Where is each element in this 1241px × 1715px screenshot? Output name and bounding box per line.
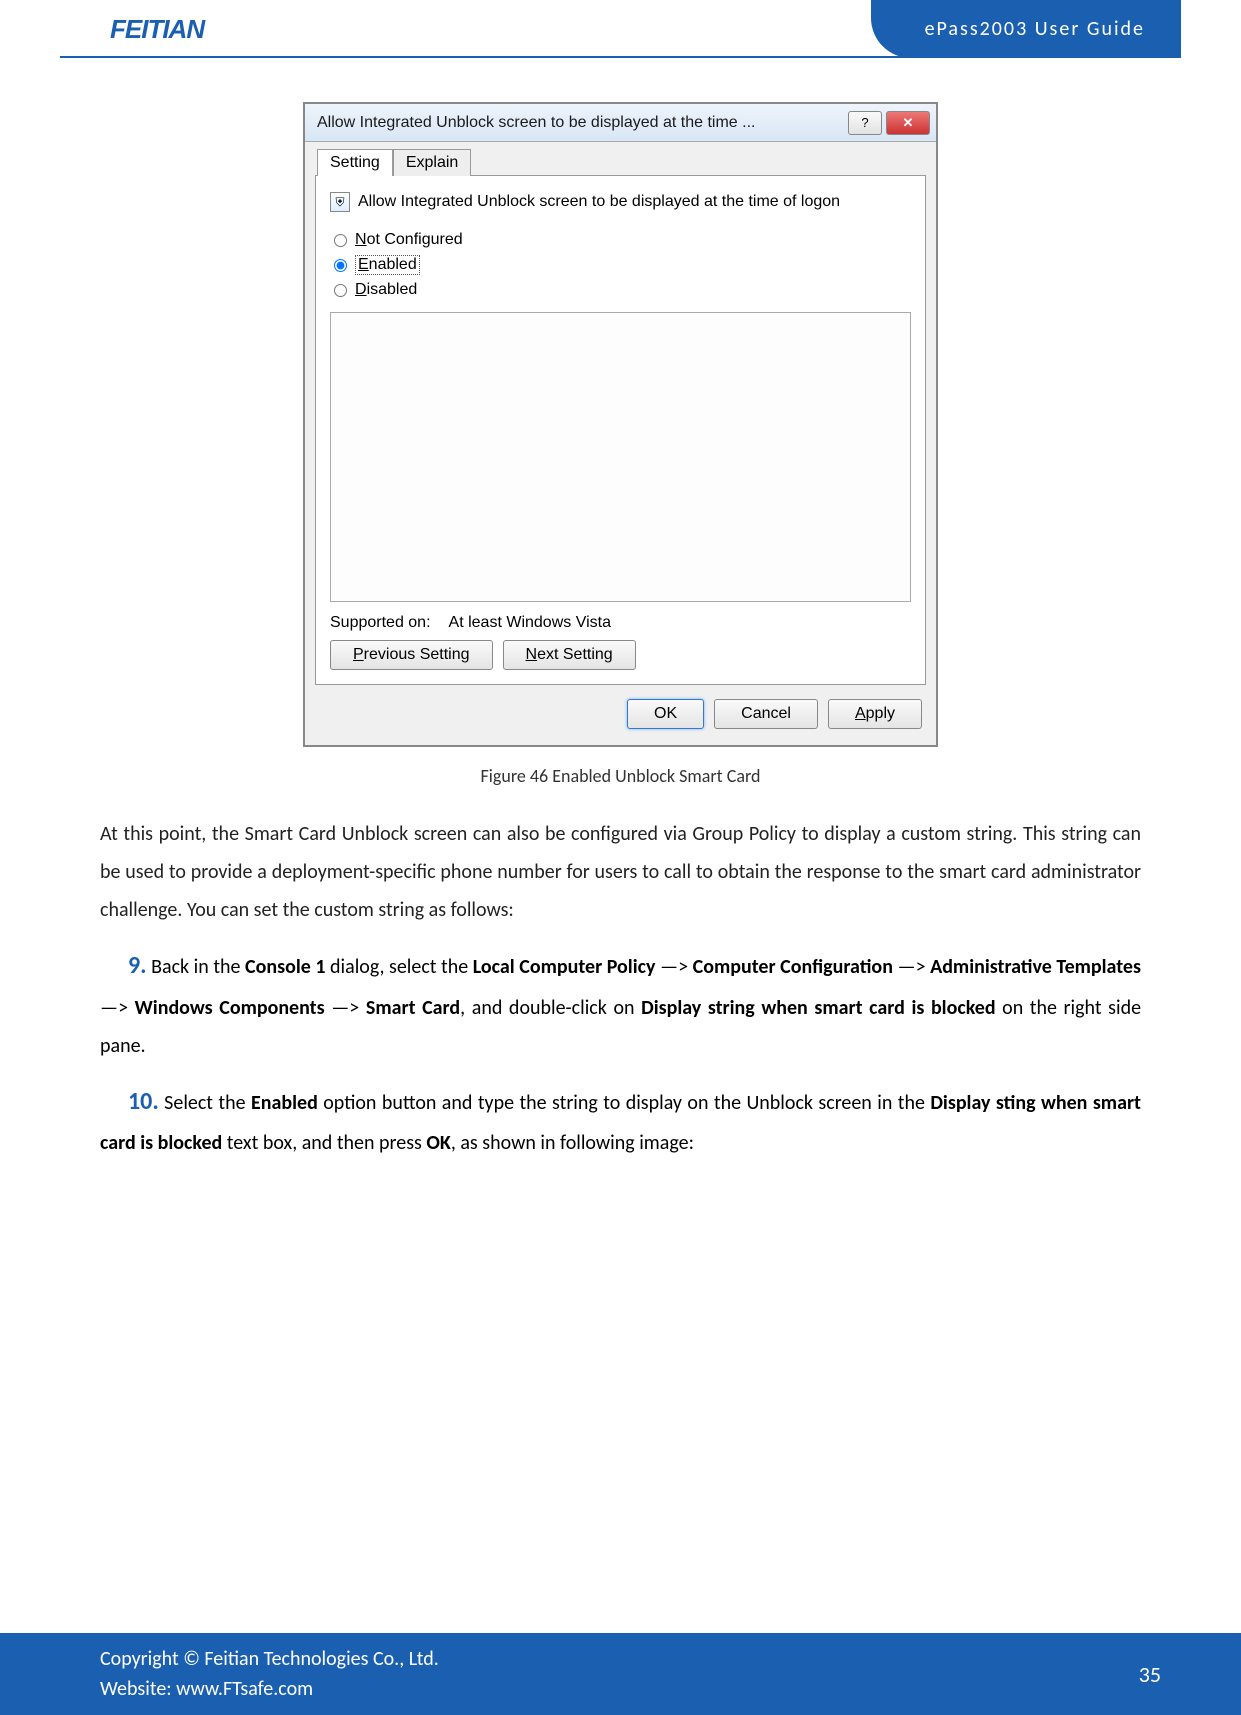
group-policy-dialog: Allow Integrated Unblock screen to be di… [303, 102, 938, 747]
setting-title-row: ⛨ Allow Integrated Unblock screen to be … [330, 192, 911, 212]
options-panel [330, 312, 911, 602]
dialog-titlebar: Allow Integrated Unblock screen to be di… [305, 104, 936, 142]
step-10-number: 10. [128, 1087, 159, 1116]
page-footer: Copyright © Feitian Technologies Co., Lt… [0, 1633, 1241, 1715]
close-icon[interactable]: ✕ [886, 111, 930, 135]
doc-title: ePass2003 User Guide [871, 0, 1181, 58]
tab-explain[interactable]: Explain [393, 149, 471, 176]
radio-not-configured-input[interactable] [334, 234, 347, 247]
footer-copyright: Copyright © Feitian Technologies Co., Lt… [100, 1644, 439, 1674]
logo: FEITIAN [110, 14, 204, 45]
apply-button[interactable]: Apply [828, 699, 922, 729]
next-setting-button[interactable]: Next Setting [503, 640, 636, 670]
previous-setting-button[interactable]: Previous Setting [330, 640, 493, 670]
page-number: 35 [1139, 1661, 1161, 1688]
dialog-title: Allow Integrated Unblock screen to be di… [317, 114, 848, 132]
radio-not-configured[interactable]: Not Configured [334, 228, 911, 252]
supported-value: At least Windows Vista [449, 614, 611, 632]
help-icon[interactable]: ? [848, 111, 882, 135]
radio-not-configured-label: Not Configured [355, 231, 463, 249]
step-10: 10. Select the Enabled option button and… [100, 1079, 1141, 1163]
radio-disabled-input[interactable] [334, 284, 347, 297]
figure-caption: Figure 46 Enabled Unblock Smart Card [0, 765, 1241, 787]
ok-button[interactable]: OK [627, 699, 704, 729]
page-header: FEITIAN ePass2003 User Guide [60, 0, 1181, 58]
radio-group: Not Configured Enabled Disabled [334, 228, 911, 302]
cancel-button[interactable]: Cancel [714, 699, 818, 729]
supported-row: Supported on: At least Windows Vista [330, 614, 911, 632]
step-9-number: 9. [128, 951, 147, 980]
policy-icon: ⛨ [330, 192, 350, 212]
radio-enabled-label: Enabled [355, 255, 420, 275]
step-9: 9. Back in the Console 1 dialog, select … [100, 943, 1141, 1065]
tab-setting[interactable]: Setting [317, 149, 393, 176]
setting-label: Allow Integrated Unblock screen to be di… [358, 193, 840, 211]
radio-enabled-input[interactable] [334, 259, 347, 272]
footer-website: Website: www.FTsafe.com [100, 1674, 439, 1704]
paragraph-1: At this point, the Smart Card Unblock sc… [100, 815, 1141, 929]
radio-disabled-label: Disabled [355, 281, 417, 299]
supported-label: Supported on: [330, 614, 431, 632]
radio-enabled[interactable]: Enabled [334, 252, 911, 278]
tab-row: Setting Explain [305, 142, 936, 175]
radio-disabled[interactable]: Disabled [334, 278, 911, 302]
